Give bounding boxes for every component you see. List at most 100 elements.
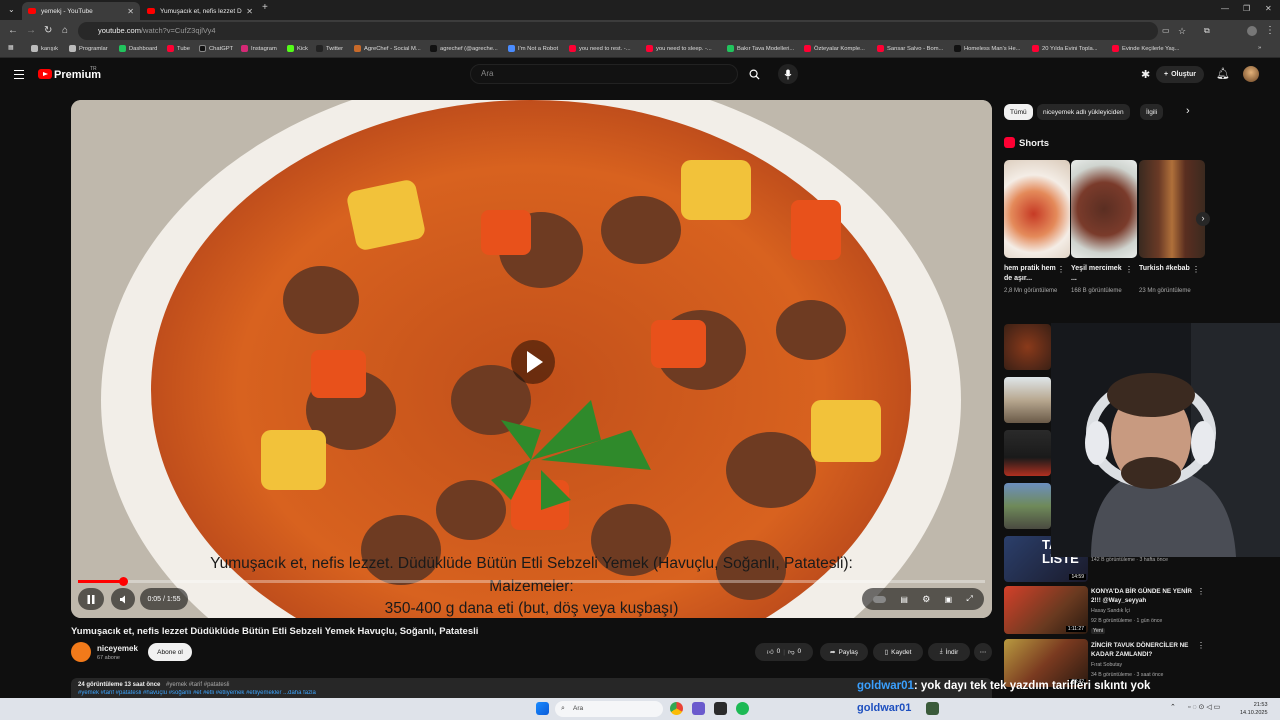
- more-actions-button[interactable]: ⋯: [974, 643, 992, 661]
- chip-from-uploader[interactable]: niceyemek adlı yükleyiciden: [1037, 104, 1130, 120]
- subscribe-button[interactable]: Abone ol: [148, 643, 192, 661]
- search-button[interactable]: [740, 64, 768, 84]
- chip-related[interactable]: İlgili: [1140, 104, 1164, 120]
- video-thumbnail[interactable]: [1004, 324, 1051, 370]
- bookmark-item[interactable]: Programlar: [69, 45, 108, 52]
- video-title[interactable]: KONYA'DA BİR GÜNDE NE YENİR 2!!! @Way_se…: [1091, 587, 1196, 605]
- hamburger-menu-icon[interactable]: [14, 70, 24, 79]
- bookmark-item[interactable]: Homeless Man's He...: [954, 45, 1021, 52]
- forward-icon[interactable]: →: [26, 25, 36, 37]
- studio-gear-icon[interactable]: ✱: [1141, 68, 1150, 81]
- bookmark-item[interactable]: ChatGPT: [199, 45, 233, 52]
- bookmark-star-icon[interactable]: ☆: [1178, 25, 1186, 37]
- spotify-icon[interactable]: [736, 702, 749, 715]
- bookmark-item[interactable]: Evinde Keçilerle Yaş...: [1112, 45, 1179, 52]
- description-more[interactable]: #yemek #tarif #patatesli #havuçlu #soğan…: [78, 690, 985, 696]
- play-overlay-icon[interactable]: [511, 340, 555, 384]
- notifications-bell-icon[interactable]: 🔔︎: [1216, 67, 1230, 80]
- tab-youtube-home[interactable]: yemekj - YouTube ✕: [22, 2, 140, 20]
- youtube-logo-icon[interactable]: [38, 69, 52, 79]
- windows-start-icon[interactable]: [536, 702, 549, 715]
- channel-avatar[interactable]: [71, 642, 91, 662]
- short-title[interactable]: Yeşil mercimek ...: [1071, 264, 1123, 284]
- video-menu-icon[interactable]: ⋮: [1197, 587, 1205, 596]
- obs-icon[interactable]: [714, 702, 727, 715]
- short-thumbnail[interactable]: [1004, 160, 1070, 258]
- bookmark-item[interactable]: 20 Yılda Evini Topla...: [1032, 45, 1098, 52]
- chrome-icon[interactable]: [670, 702, 683, 715]
- bookmark-item[interactable]: Bakır Tava Modelleri...: [727, 45, 794, 52]
- all-bookmarks-icon[interactable]: »: [1258, 45, 1261, 51]
- channel-name[interactable]: niceyemek: [97, 644, 138, 653]
- extensions-icon[interactable]: ⧉: [1204, 25, 1210, 37]
- short-menu-icon[interactable]: ⋮: [1192, 265, 1200, 274]
- video-thumbnail[interactable]: [1004, 377, 1051, 423]
- bookmark-item[interactable]: Kick: [287, 45, 308, 52]
- channel-name[interactable]: Fırat Sobutay: [1091, 662, 1122, 668]
- clock[interactable]: 21:53 14.10.2025: [1240, 701, 1268, 717]
- bookmark-item[interactable]: I'm Not a Robot: [508, 45, 558, 52]
- autoplay-toggle[interactable]: [873, 595, 887, 603]
- taskbar-search[interactable]: ⌕ Ara: [555, 701, 663, 717]
- progress-bar[interactable]: [78, 577, 985, 586]
- chips-next-chevron-icon[interactable]: ›: [1186, 105, 1190, 117]
- bookmark-item[interactable]: Tube: [167, 45, 190, 52]
- bookmark-item[interactable]: AgreChef - Social M...: [354, 45, 421, 52]
- short-title[interactable]: hem pratik hem de aşır...: [1004, 264, 1056, 284]
- description-box[interactable]: 24 görüntüleme 13 saat önce #yemek #tari…: [71, 678, 992, 698]
- share-button[interactable]: ➦ Paylaş: [820, 643, 868, 661]
- video-title[interactable]: ZİNCİR TAVUK DÖNERCİLER NE KADAR ZAMLAND…: [1091, 641, 1196, 659]
- channel-name[interactable]: Hasay Sandık İçi: [1091, 608, 1130, 614]
- search-input[interactable]: Ara: [470, 64, 738, 84]
- tray-icons[interactable]: ▫ ◌ ⊙ ◁ ▭: [1188, 703, 1220, 711]
- settings-gear-icon[interactable]: ⚙: [922, 594, 930, 605]
- chip-all[interactable]: Tümü: [1004, 104, 1033, 120]
- pause-button[interactable]: [78, 588, 104, 610]
- maximize-icon[interactable]: ❐: [1243, 4, 1250, 13]
- like-button[interactable]: 👍︎ 0: [767, 648, 780, 656]
- bookmark-item[interactable]: karışık: [31, 45, 58, 52]
- close-tab-icon[interactable]: ✕: [246, 7, 253, 16]
- browser-menu-icon[interactable]: ⋮: [1265, 25, 1275, 37]
- bookmark-item[interactable]: Instagram: [241, 45, 277, 52]
- voice-search-button[interactable]: [778, 64, 798, 84]
- new-tab-icon[interactable]: +: [262, 2, 268, 13]
- tab-video[interactable]: Yumuşacık et, nefis lezzet Düdüklü ✕: [141, 2, 259, 20]
- home-icon[interactable]: ⌂: [62, 25, 68, 37]
- app-icon[interactable]: [926, 702, 939, 715]
- short-thumbnail[interactable]: [1071, 160, 1137, 258]
- close-window-icon[interactable]: ✕: [1265, 4, 1272, 13]
- close-tab-icon[interactable]: ✕: [127, 7, 134, 16]
- account-avatar[interactable]: [1243, 66, 1259, 82]
- video-thumbnail[interactable]: [1004, 483, 1051, 529]
- video-menu-icon[interactable]: ⋮: [1197, 641, 1205, 650]
- download-button[interactable]: ⤓ İndir: [928, 643, 970, 661]
- hashtags[interactable]: #yemek #tarif #patatesli: [166, 682, 229, 688]
- short-thumbnail[interactable]: [1139, 160, 1205, 258]
- dislike-button[interactable]: 👎︎ 0: [788, 648, 801, 656]
- bookmark-item[interactable]: Dashboard: [119, 45, 157, 52]
- cast-icon[interactable]: ▭: [1162, 25, 1170, 37]
- bookmark-item[interactable]: you need to rest. -...: [569, 45, 631, 52]
- back-icon[interactable]: ←: [8, 25, 18, 37]
- create-button[interactable]: + Oluştur: [1156, 66, 1204, 83]
- bookmark-item[interactable]: you need to sleep. -...: [646, 45, 712, 52]
- volume-button[interactable]: [111, 588, 135, 610]
- video-thumbnail[interactable]: 1:11:27: [1004, 586, 1088, 634]
- discord-icon[interactable]: [692, 702, 705, 715]
- bookmark-item[interactable]: agrechef (@agreche...: [430, 45, 498, 52]
- minimize-icon[interactable]: —: [1221, 4, 1229, 13]
- bookmark-item[interactable]: Sansar Salvo - Bom...: [877, 45, 943, 52]
- save-button[interactable]: ▯ Kaydet: [873, 643, 923, 661]
- bookmark-item[interactable]: Twitter: [316, 45, 343, 52]
- short-menu-icon[interactable]: ⋮: [1057, 265, 1065, 274]
- shorts-next-chevron-icon[interactable]: ›: [1196, 212, 1210, 226]
- address-bar[interactable]: youtube.com/watch?v=CufZ3qjlVy4: [78, 22, 1158, 40]
- tab-list-chevron-icon[interactable]: ⌄: [8, 4, 15, 16]
- reload-icon[interactable]: ↻: [44, 25, 52, 37]
- short-title[interactable]: Turkish #kebab: [1139, 264, 1191, 274]
- tray-chevron-icon[interactable]: ⌃: [1170, 703, 1176, 711]
- bookmark-item[interactable]: Özteyalar Komple...: [804, 45, 865, 52]
- short-menu-icon[interactable]: ⋮: [1125, 265, 1133, 274]
- apps-grid-icon[interactable]: ▦: [8, 45, 13, 51]
